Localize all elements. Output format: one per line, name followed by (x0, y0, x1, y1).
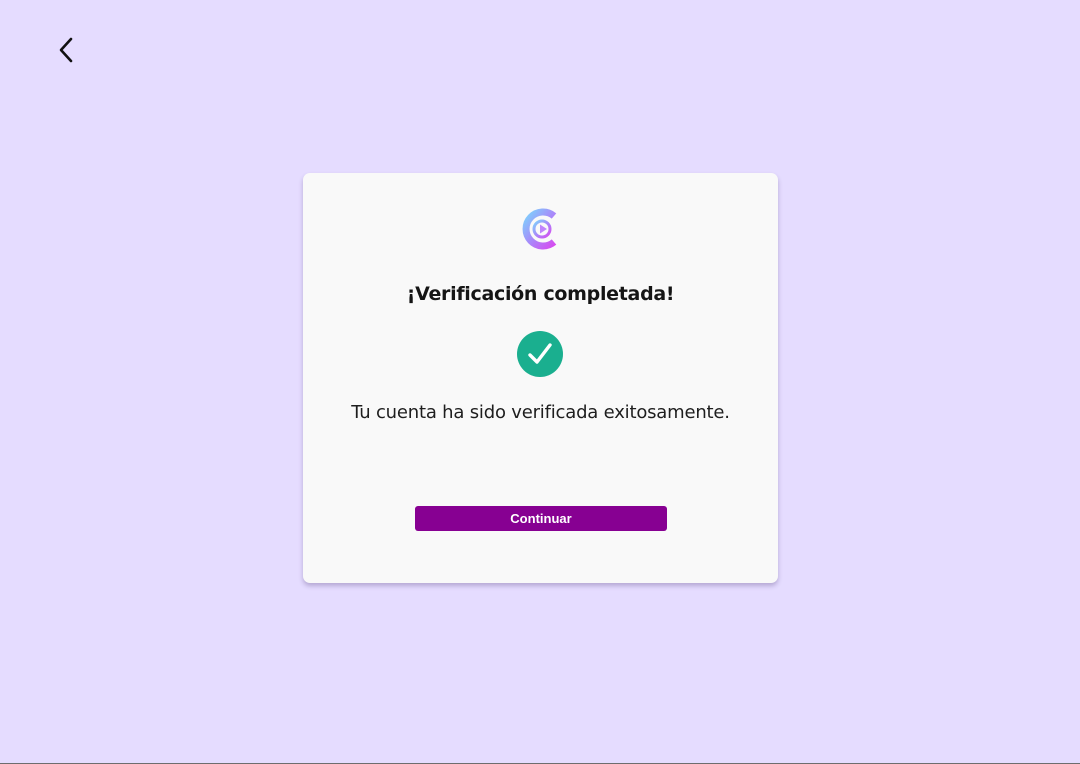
continue-button-label: Continuar (510, 511, 572, 526)
check-circle-icon (517, 331, 563, 377)
chevron-left-icon (59, 37, 73, 63)
page-title: ¡Verificación completada! (406, 283, 675, 305)
back-button[interactable] (48, 30, 84, 70)
verification-card: ¡Verificación completada! Tu cuenta ha s… (303, 173, 778, 583)
brand-logo-icon (522, 208, 557, 250)
verification-screen: ¡Verificación completada! Tu cuenta ha s… (0, 0, 1080, 764)
success-message: Tu cuenta ha sido verificada exitosament… (351, 402, 730, 423)
continue-button[interactable]: Continuar (415, 506, 667, 531)
